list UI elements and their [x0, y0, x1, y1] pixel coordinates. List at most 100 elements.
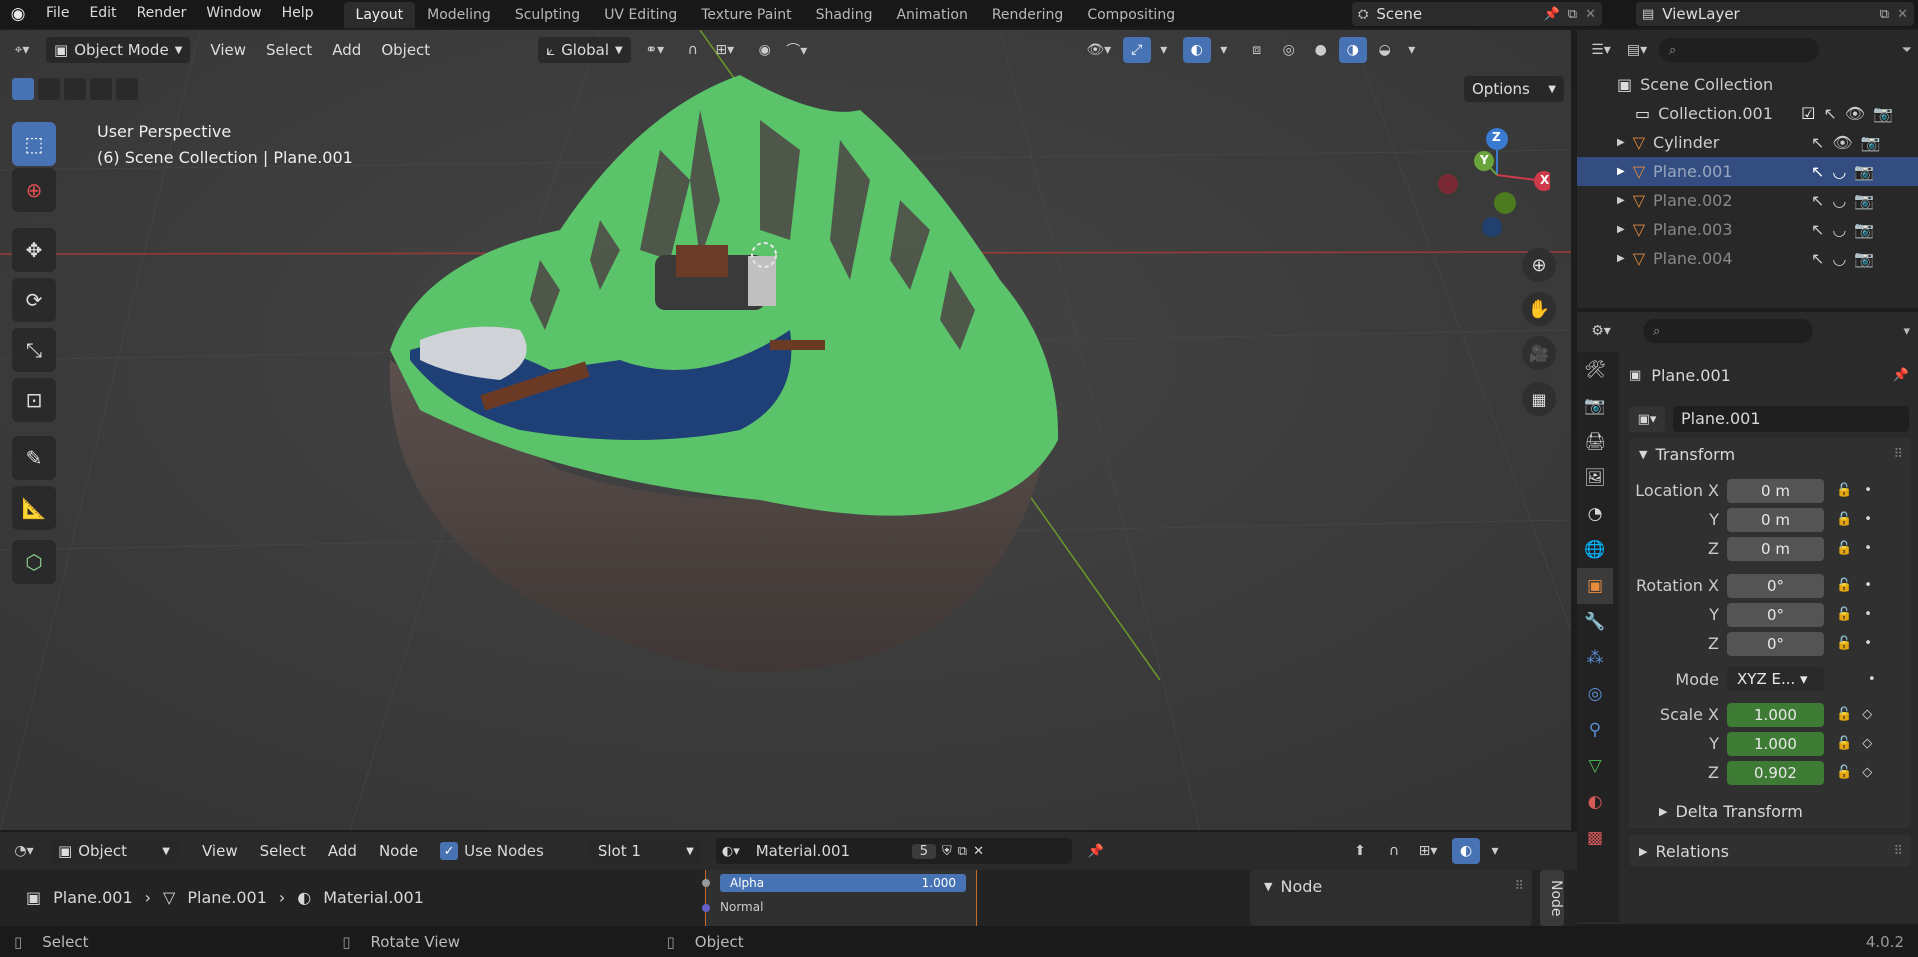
scale-y-field[interactable]: 1.000 — [1727, 731, 1824, 756]
snap-icon[interactable]: ∩ — [1380, 838, 1408, 864]
cursor-tool[interactable]: ⊕ — [12, 168, 56, 212]
rotation-x-field[interactable]: 0° — [1727, 573, 1824, 598]
normal-socket-dot-icon[interactable] — [702, 904, 710, 912]
select-box-tool[interactable]: ⬚ — [12, 122, 56, 166]
lock-icon[interactable]: 🔓 — [1836, 736, 1852, 751]
ne-menu-node[interactable]: Node — [371, 838, 426, 864]
outliner-root[interactable]: ▣ Scene Collection — [1577, 70, 1918, 99]
editor-type-icon[interactable]: ⌖▾ — [8, 37, 36, 63]
expand-icon[interactable]: ▶ — [1617, 224, 1625, 235]
eye-closed-icon[interactable]: ◡ — [1832, 220, 1846, 239]
measure-tool[interactable]: 📐 — [12, 486, 56, 530]
tab-layout[interactable]: Layout — [343, 2, 416, 28]
chevron-down-icon[interactable]: ▾ — [1155, 37, 1173, 63]
material-shading-icon[interactable]: ◑ — [1338, 37, 1367, 63]
modifier-tab-icon[interactable]: 🔧 — [1577, 604, 1613, 640]
data-tab-icon[interactable]: ▽ — [1577, 748, 1613, 784]
pin-icon[interactable]: 📌 — [1893, 368, 1909, 383]
properties-search[interactable]: ⌕ — [1643, 319, 1813, 343]
camera-icon[interactable]: 📷 — [1854, 162, 1874, 181]
outliner-item-plane-001[interactable]: ▶ ▽ Plane.001 ↖ ◡ 📷 — [1577, 157, 1918, 186]
snap-target-icon[interactable]: ⊞▾ — [1414, 838, 1442, 864]
drag-handle-icon[interactable]: ⠿ — [1514, 879, 1532, 894]
eye-icon[interactable]: 👁 — [1845, 104, 1865, 123]
relations-panel-header[interactable]: ▶ Relations ⠿ — [1629, 835, 1911, 867]
keyframe-dot-icon[interactable]: • — [1864, 578, 1872, 593]
menu-add[interactable]: Add — [324, 37, 369, 63]
keyframe-dot-icon[interactable]: • — [1864, 512, 1872, 527]
slot-selector[interactable]: Slot 1 ▼ — [589, 838, 702, 864]
tab-animation[interactable]: Animation — [884, 2, 979, 28]
keyframe-dot-icon[interactable]: • — [1868, 672, 1876, 687]
node-panel-header[interactable]: ▼ Node ⠿ — [1250, 870, 1532, 902]
menu-render[interactable]: Render — [127, 0, 197, 28]
ortho-grid-icon[interactable]: ▦ — [1522, 382, 1556, 416]
eye-closed-icon[interactable]: ◡ — [1832, 191, 1846, 210]
lock-icon[interactable]: 🔓 — [1836, 607, 1852, 622]
transform-orientation[interactable]: ⟀ Global ▼ — [538, 37, 631, 63]
ne-menu-view[interactable]: View — [194, 838, 246, 864]
tab-uv-editing[interactable]: UV Editing — [592, 2, 689, 28]
outliner-item-plane-004[interactable]: ▶ ▽ Plane.004 ↖ ◡ 📷 — [1577, 244, 1918, 273]
overlays-icon[interactable]: ◐ — [1452, 838, 1481, 864]
location-y-field[interactable]: 0 m — [1727, 507, 1824, 532]
scale-z-field[interactable]: 0.902 — [1727, 760, 1824, 785]
chevron-down-icon[interactable]: ▾ — [1215, 37, 1233, 63]
eye-icon[interactable]: 👁 — [1832, 133, 1852, 152]
rendered-shading-icon[interactable]: ◒ — [1371, 37, 1399, 63]
camera-icon[interactable]: 📷 — [1854, 220, 1874, 239]
outliner-item-collection[interactable]: ▭ Collection.001 ☑ ↖ 👁 📷 — [1577, 99, 1918, 128]
render-tab-icon[interactable]: 📷 — [1577, 388, 1613, 424]
outliner-item-plane-003[interactable]: ▶ ▽ Plane.003 ↖ ◡ 📷 — [1577, 215, 1918, 244]
snap-target-icon[interactable]: ⊞▾ — [711, 37, 739, 63]
expand-icon[interactable]: ▶ — [1617, 166, 1625, 177]
object-datablock[interactable]: ▣▾ Plane.001 — [1629, 406, 1909, 432]
cursor-icon[interactable]: ↖ — [1811, 220, 1824, 239]
unlink-icon[interactable]: ✕ — [973, 844, 984, 859]
ne-menu-add[interactable]: Add — [320, 838, 365, 864]
keyframe-diamond-icon[interactable]: ◇ — [1862, 736, 1872, 751]
menu-file[interactable]: File — [36, 0, 79, 28]
scene-tab-icon[interactable]: ◔ — [1577, 496, 1613, 532]
location-x-field[interactable]: 0 m — [1727, 478, 1824, 503]
node-side-tab[interactable]: Node — [1540, 870, 1564, 926]
menu-view[interactable]: View — [202, 37, 254, 63]
close-icon[interactable]: ✕ — [1585, 7, 1602, 22]
fake-user-icon[interactable]: ⛨ — [942, 844, 952, 859]
keyframe-diamond-icon[interactable]: ◇ — [1862, 765, 1872, 780]
shader-node[interactable]: Alpha 1.000 Normal — [702, 870, 977, 926]
drag-handle-icon[interactable]: ⠿ — [1893, 844, 1911, 859]
material-selector[interactable]: ◐▾ Material.001 5 ⛨ ⧉ ✕ — [715, 838, 1072, 864]
tab-rendering[interactable]: Rendering — [980, 2, 1076, 28]
menu-window[interactable]: Window — [196, 0, 271, 28]
drag-handle-icon[interactable]: ⠿ — [1893, 447, 1911, 462]
keyframe-dot-icon[interactable]: • — [1864, 607, 1872, 622]
expand-icon[interactable]: ▶ — [1617, 137, 1625, 148]
cursor-icon[interactable]: ↖ — [1811, 249, 1824, 268]
menu-edit[interactable]: Edit — [79, 0, 126, 28]
visibility-icon[interactable]: 👁▾ — [1085, 37, 1113, 63]
close-view-layer-icon[interactable]: ✕ — [1897, 7, 1914, 22]
rotate-tool[interactable]: ⟳ — [12, 278, 56, 322]
user-count[interactable]: 5 — [911, 843, 937, 859]
parent-node-icon[interactable]: ⬆ — [1346, 838, 1374, 864]
material-tab-icon[interactable]: ◐ — [1577, 784, 1613, 820]
view-layer-tab-icon[interactable]: 🖼 — [1577, 460, 1613, 496]
rotation-z-field[interactable]: 0° — [1727, 631, 1824, 656]
cursor-icon[interactable]: ↖ — [1811, 191, 1824, 210]
material-sphere-icon[interactable]: ◐▾ — [722, 844, 740, 859]
cursor-icon[interactable]: ↖ — [1823, 104, 1836, 123]
transform-tool[interactable]: ⊡ — [12, 378, 56, 422]
material-name[interactable]: Material.001 — [746, 842, 906, 860]
proportional-edit-icon[interactable]: ◉ — [751, 37, 779, 63]
expand-icon[interactable]: ▶ — [1617, 195, 1625, 206]
scale-x-field[interactable]: 1.000 — [1727, 702, 1824, 727]
lock-icon[interactable]: 🔓 — [1836, 541, 1852, 556]
filter-icon[interactable]: ⏷ — [1902, 43, 1918, 58]
keyframe-dot-icon[interactable]: • — [1864, 636, 1872, 651]
particles-tab-icon[interactable]: ⁂ — [1577, 640, 1613, 676]
wireframe-shading-icon[interactable]: ◎ — [1275, 37, 1303, 63]
snap-icon[interactable]: ∩ — [679, 37, 707, 63]
select-extend-icon[interactable] — [38, 78, 60, 100]
falloff-icon[interactable]: ⌒▾ — [783, 37, 811, 63]
